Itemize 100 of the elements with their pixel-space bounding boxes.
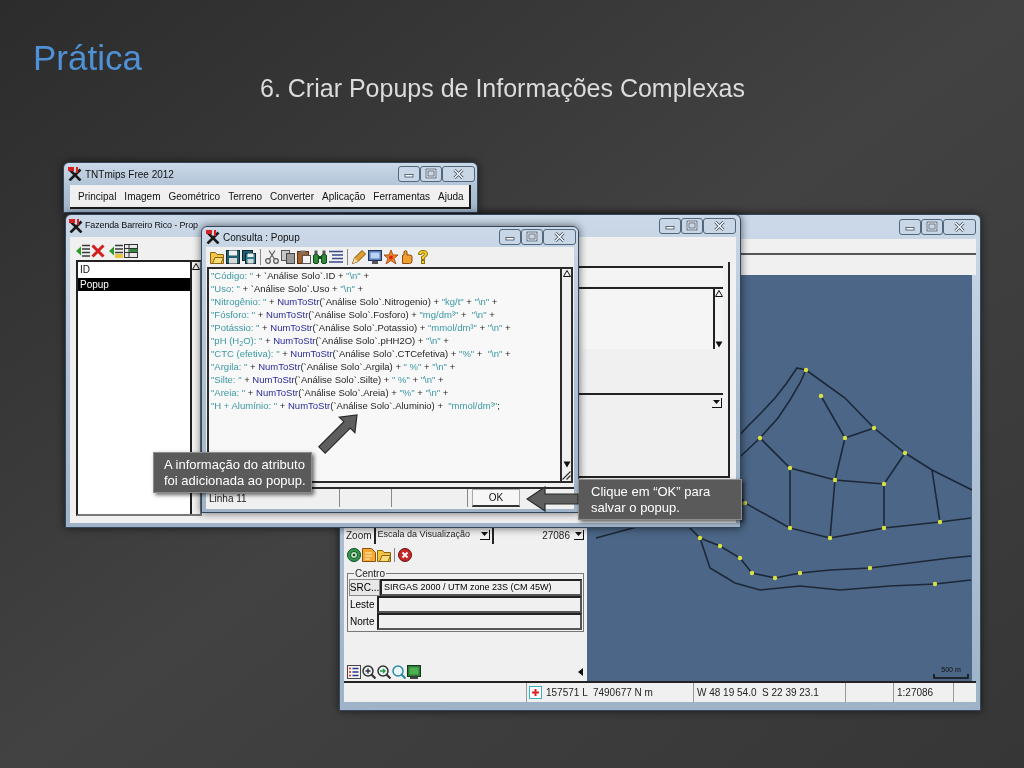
cross-icon[interactable]: [91, 244, 105, 258]
caret-up-icon[interactable]: [562, 270, 571, 277]
scale-dropdown[interactable]: 27086: [493, 526, 587, 544]
caret-up-icon[interactable]: [192, 263, 200, 270]
cross-circle-icon[interactable]: [398, 548, 412, 562]
code-line: "Código: " + `Análise Solo`.ID + "\n" +: [211, 269, 369, 282]
menu-item[interactable]: Ajuda: [438, 188, 464, 204]
vertex-dot: [787, 465, 793, 471]
field-label: Norte: [349, 615, 376, 629]
arrow-lines-icon[interactable]: [76, 244, 90, 258]
menu-item[interactable]: Principal: [78, 188, 117, 204]
vertex-dot: [871, 425, 877, 431]
logo-icon: [206, 230, 220, 244]
vertex-dot: [772, 575, 778, 581]
vertex-dot: [881, 525, 887, 531]
input-field[interactable]: [576, 266, 723, 286]
window-title: Consulta : Popup: [223, 230, 300, 245]
zoom-in-icon[interactable]: [362, 665, 376, 679]
table-icon[interactable]: [124, 244, 138, 258]
menu-item[interactable]: Terreno: [228, 188, 263, 204]
close-icon[interactable]: [943, 219, 976, 235]
input-field[interactable]: [377, 613, 582, 630]
close-icon[interactable]: [442, 166, 475, 182]
vertex-dot: [881, 481, 887, 487]
code-line: "Fósforo: " + NumToStr(`Análise Solo`.Fosforo) + "mg/dm³" + "\n" +: [211, 308, 495, 321]
resize-grip-icon[interactable]: [562, 471, 571, 480]
maximize-icon[interactable]: [521, 229, 543, 245]
scrollbar[interactable]: [560, 269, 571, 481]
minimize-icon[interactable]: [398, 166, 420, 182]
slide-title: Prática: [33, 38, 142, 78]
maximize-icon[interactable]: [420, 166, 442, 182]
question-mark-icon[interactable]: [416, 250, 430, 264]
document-icon[interactable]: [362, 548, 376, 562]
menu-item[interactable]: Geométrico: [168, 188, 221, 204]
minimize-icon[interactable]: [499, 229, 521, 245]
close-icon[interactable]: [703, 218, 736, 234]
arrow-lines-icon[interactable]: [109, 244, 123, 258]
group-label: Centro: [354, 568, 386, 579]
monitor-icon[interactable]: [407, 665, 421, 679]
monitor-icon[interactable]: [368, 250, 382, 264]
list-item[interactable]: ID: [78, 263, 92, 276]
vertex-dot: [937, 519, 943, 525]
hand-icon[interactable]: [400, 250, 414, 264]
minimize-icon[interactable]: [899, 219, 921, 235]
scrollbar[interactable]: [713, 289, 723, 349]
logo-icon: [69, 219, 83, 233]
vertex-dot: [827, 535, 833, 541]
maximize-icon[interactable]: [921, 219, 943, 235]
window-title: Fazenda Barreiro Rico - Prop: [85, 219, 198, 233]
code-line: "Argila: " + NumToStr(`Análise Solo`.Argila) + " %" + "\n" +: [211, 360, 456, 373]
dropdown-field[interactable]: [576, 393, 723, 410]
list-icon[interactable]: [347, 665, 361, 679]
clipboard-icon[interactable]: [297, 250, 311, 264]
status-text: 157571 L 7490677 N m: [544, 683, 694, 702]
target-icon[interactable]: [347, 548, 361, 562]
window-title: TNTmips Free 2012: [85, 167, 174, 182]
plus-icon[interactable]: [529, 686, 542, 699]
vertex-dot: [742, 500, 748, 506]
floppy-disks-icon[interactable]: [242, 250, 256, 264]
text-area[interactable]: [576, 287, 723, 349]
caret-down-icon[interactable]: [715, 341, 723, 348]
code-line: "Potássio: " + NumToStr(`Análise Solo`.Potassio) + "mmol/dm³" + "\n" +: [211, 321, 511, 334]
vertex-dot: [749, 570, 755, 576]
menu-item[interactable]: Aplicação: [322, 188, 366, 204]
code-line: "Silte: " + NumToStr(`Análise Solo`.Silte) + " %" + "\n" +: [211, 373, 444, 386]
input-field[interactable]: SIRGAS 2000 / UTM zone 23S (CM 45W): [380, 579, 582, 596]
caret-down-icon[interactable]: [562, 461, 571, 468]
text-lines-icon[interactable]: [329, 250, 343, 264]
vertex-dot: [867, 565, 873, 571]
ok-button[interactable]: OK: [472, 489, 520, 507]
code-line: "Uso: " + `Análise Solo`.Uso + "\n" +: [211, 282, 364, 295]
folder-icon[interactable]: [210, 250, 224, 264]
callout-arrow: [316, 412, 358, 456]
crs-button[interactable]: SRC...: [349, 579, 380, 596]
vertex-dot: [803, 367, 809, 373]
search-icon[interactable]: [392, 665, 406, 679]
vertex-dot: [932, 581, 938, 587]
binoculars-icon[interactable]: [313, 250, 327, 264]
caret-left-icon[interactable]: [578, 668, 583, 676]
input-field[interactable]: [377, 596, 582, 613]
list-item[interactable]: Popup: [78, 278, 190, 291]
close-icon[interactable]: [543, 229, 576, 245]
vertex-dot: [902, 450, 908, 456]
code-line: "H + Alumínio: " + NumToStr(`Análise Solo`.Aluminio) + "mmol/dm³";: [211, 399, 500, 412]
maximize-icon[interactable]: [681, 218, 703, 234]
vertex-dot: [787, 525, 793, 531]
callout: A informação do atributo foi adicionada ao popup.: [153, 452, 312, 493]
menu-item[interactable]: Converter: [270, 188, 314, 204]
caret-up-icon[interactable]: [715, 290, 723, 297]
scissors-icon[interactable]: [265, 250, 279, 264]
menu-item[interactable]: Imagem: [124, 188, 161, 204]
menu-item[interactable]: Ferramentas: [373, 188, 431, 204]
star-icon[interactable]: [384, 250, 398, 264]
slide-subtitle: 6. Criar Popups de Informações Complexas: [260, 73, 745, 103]
scale-bar-icon: [933, 674, 969, 679]
code-line: "Nitrogênio: " + NumToStr(`Análise Solo`.Nitrogenio) + "kg/t" + "\n" +: [211, 295, 498, 308]
code-line: "CTC (efetiva): " + NumToStr(`Análise Solo`.CTCefetiva) + "%" + "\n" +: [211, 347, 511, 360]
folder-icon[interactable]: [377, 548, 391, 562]
minimize-icon[interactable]: [659, 218, 681, 234]
copy-icon[interactable]: [281, 250, 295, 264]
